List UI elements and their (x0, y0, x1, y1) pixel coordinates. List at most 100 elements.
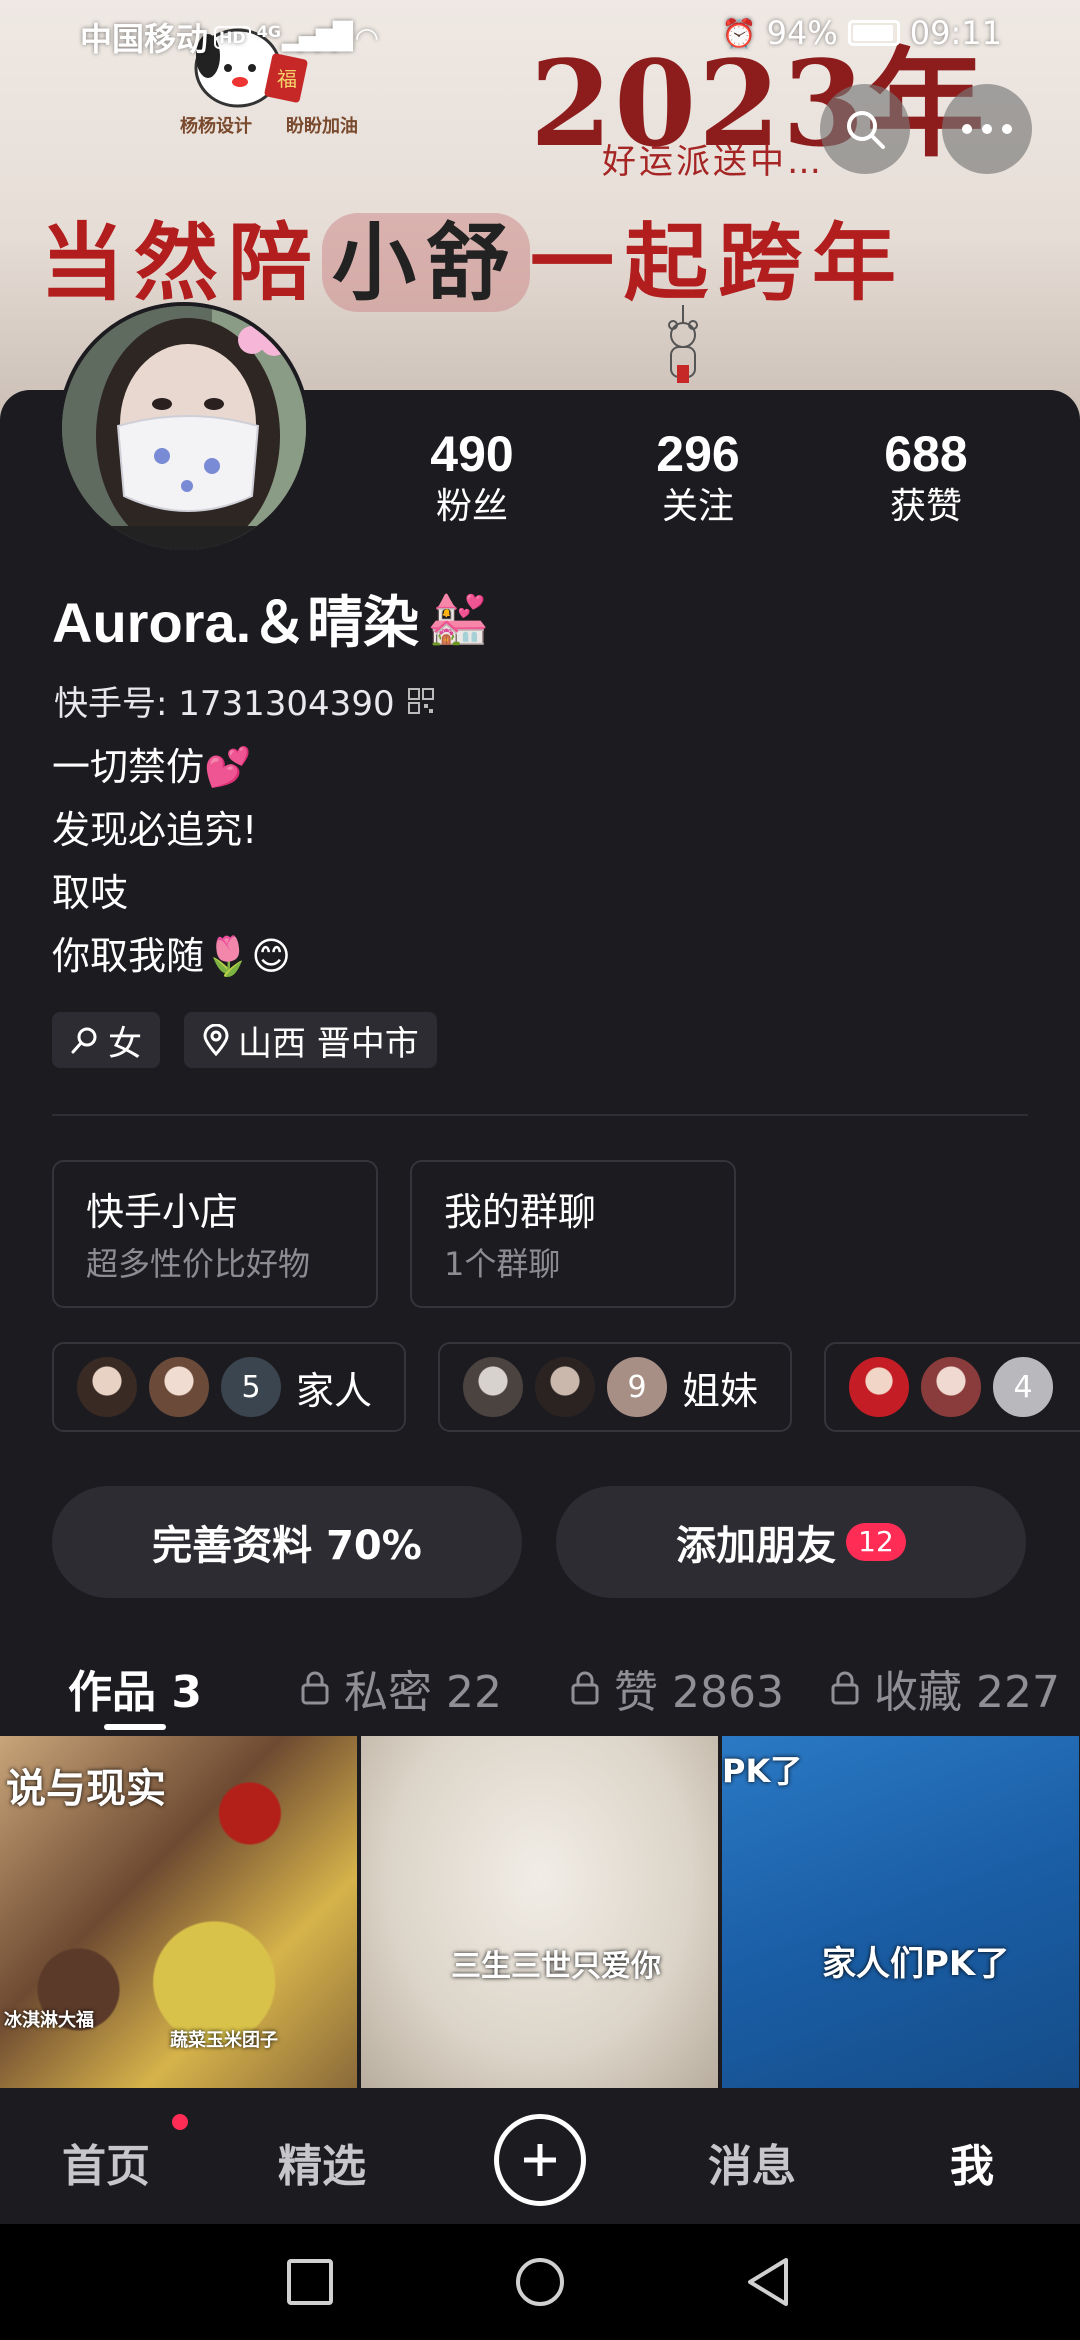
battery-icon (847, 20, 900, 46)
tab-works[interactable]: 作品 3 (68, 1656, 202, 1720)
video-thumbnail[interactable]: 说与现实 冰淇淋大福 蔬菜玉米团子 (0, 1736, 357, 2088)
tab-indicator (104, 1724, 166, 1730)
tab-label: 赞 2863 (614, 1667, 784, 1718)
group-third[interactable]: 4 (824, 1342, 1080, 1432)
tab-label: 私密 22 (344, 1667, 502, 1718)
mascot-tag: 盼盼加油 (286, 116, 358, 137)
stat-value: 688 (884, 426, 968, 482)
tab-label: 作品 3 (68, 1667, 202, 1718)
feature-title: 我的群聊 (444, 1190, 597, 1234)
bear-doodle (668, 305, 698, 383)
back-icon[interactable] (744, 2256, 792, 2308)
search-button[interactable] (820, 84, 910, 174)
stat-label: 获赞 (889, 486, 962, 527)
group-avatars: 9 (460, 1354, 670, 1420)
bottom-nav: 首页 精选 消息 我 (0, 2088, 1080, 2224)
recents-icon[interactable] (286, 2258, 334, 2306)
bio-line: 发现必追究! (52, 808, 258, 852)
group-avatars: 4 (846, 1354, 1056, 1420)
location-tag: 山西 晋中市 (184, 1012, 437, 1068)
stat-label: 粉丝 (435, 486, 508, 527)
signal-icon: 4G ▂▄▆█ (256, 22, 353, 52)
clock: 09:11 (909, 14, 1002, 52)
feature-subtitle: 超多性价比好物 (86, 1245, 311, 1283)
wifi-icon: ◠ (355, 20, 378, 54)
lock-icon (571, 1671, 599, 1705)
complete-profile-button[interactable]: 完善资料 70% (52, 1486, 522, 1598)
video-corner-caption: PK了 (722, 1752, 803, 1790)
bio-line: 一切禁仿💕 (52, 745, 252, 789)
group-family[interactable]: 5 家人 (52, 1342, 406, 1432)
kuaishou-id[interactable]: 快手号: 1731304390 (54, 676, 435, 725)
profile-stats: 490 粉丝 296 关注 688 获赞 (0, 424, 1080, 544)
tab-likes[interactable]: 赞 2863 (570, 1656, 784, 1720)
tab-favorites[interactable]: 收藏 227 (830, 1656, 1060, 1720)
member-avatar (74, 1354, 140, 1420)
group-chat-card[interactable]: 我的群聊 1个群聊 (410, 1160, 736, 1308)
search-icon (847, 111, 885, 149)
stat-label: 关注 (661, 486, 734, 527)
more-button[interactable] (942, 84, 1032, 174)
feature-subtitle: 1个群聊 (444, 1245, 561, 1283)
plus-icon (524, 2144, 556, 2176)
status-bar: 中国移动 HD 4G ▂▄▆█ ◠ ⏰ 94% 09:11 (0, 0, 1080, 74)
group-name: 家人 (296, 1368, 373, 1413)
nav-home[interactable]: 首页 (62, 2130, 150, 2194)
battery-percent: 94% (766, 14, 838, 52)
profile-name: Aurora.＆晴染 💒 (52, 578, 489, 659)
member-count: 9 (604, 1354, 670, 1420)
alarm-icon: ⏰ (721, 16, 757, 50)
location-icon (203, 1024, 229, 1056)
stat-followers[interactable]: 490 粉丝 (372, 424, 572, 530)
video-subcaption: 冰淇淋大福 (4, 2010, 94, 2031)
gender-icon (71, 1027, 97, 1054)
stat-value: 296 (656, 426, 740, 482)
profile-tags: 女 山西 晋中市 (52, 1012, 437, 1068)
stat-likes[interactable]: 688 获赞 (826, 424, 1026, 530)
more-icon (962, 124, 1012, 134)
gender-text: 女 (108, 1023, 142, 1064)
bio: 一切禁仿💕 发现必追究! 取吱 你取我随🌷😊 (52, 736, 291, 988)
feature-title: 快手小店 (86, 1190, 239, 1234)
qrcode-icon[interactable] (407, 687, 435, 715)
add-friend-button[interactable]: 添加朋友 12 (556, 1486, 1026, 1598)
username: Aurora.＆晴染 (52, 591, 420, 654)
banner-subtitle: 好运派送中… (602, 142, 824, 182)
nav-featured[interactable]: 精选 (278, 2130, 366, 2194)
member-count: 5 (218, 1354, 284, 1420)
slogan-highlight: 小舒 (322, 213, 531, 312)
tab-private[interactable]: 私密 22 (300, 1656, 502, 1720)
system-nav-bar (0, 2224, 1080, 2340)
home-icon[interactable] (514, 2256, 566, 2308)
stat-following[interactable]: 296 关注 (598, 424, 798, 530)
button-label: 添加朋友 (676, 1523, 837, 1569)
hd-icon: HD (214, 25, 251, 49)
video-subcaption: 蔬菜玉米团子 (170, 2030, 278, 2051)
member-avatar (918, 1354, 984, 1420)
bio-line: 取吱 (52, 871, 129, 915)
gender-tag: 女 (52, 1012, 160, 1068)
group-sisters[interactable]: 9 姐妹 (438, 1342, 792, 1432)
kuaishou-shop-card[interactable]: 快手小店 超多性价比好物 (52, 1160, 378, 1308)
banner-slogan: 当然陪 小舒 一起跨年 (40, 196, 906, 317)
lock-icon (831, 1671, 859, 1705)
slogan-text: 一起跨年 (530, 213, 907, 312)
member-avatar (460, 1354, 526, 1420)
network-type: 4G (256, 22, 281, 41)
group-name: 姐妹 (682, 1368, 759, 1413)
member-avatar (532, 1354, 598, 1420)
create-button[interactable] (494, 2114, 586, 2206)
video-thumbnail[interactable]: PK了 家人们PK了 (722, 1736, 1079, 2088)
content-tabs: 作品 3 私密 22 赞 2863 收藏 227 (0, 1640, 1080, 1730)
member-avatar (846, 1354, 912, 1420)
mascot-tag: 杨杨设计 (180, 116, 252, 137)
divider (52, 1114, 1028, 1116)
tab-label: 收藏 227 (874, 1667, 1060, 1718)
member-count: 4 (990, 1354, 1056, 1420)
location-text: 山西 晋中市 (238, 1023, 419, 1064)
nav-messages[interactable]: 消息 (708, 2130, 796, 2194)
member-avatar (146, 1354, 212, 1420)
nav-me[interactable]: 我 (950, 2130, 994, 2194)
video-thumbnail[interactable]: 三生三世只爱你 (361, 1736, 718, 2088)
home-notification-dot (172, 2114, 188, 2130)
